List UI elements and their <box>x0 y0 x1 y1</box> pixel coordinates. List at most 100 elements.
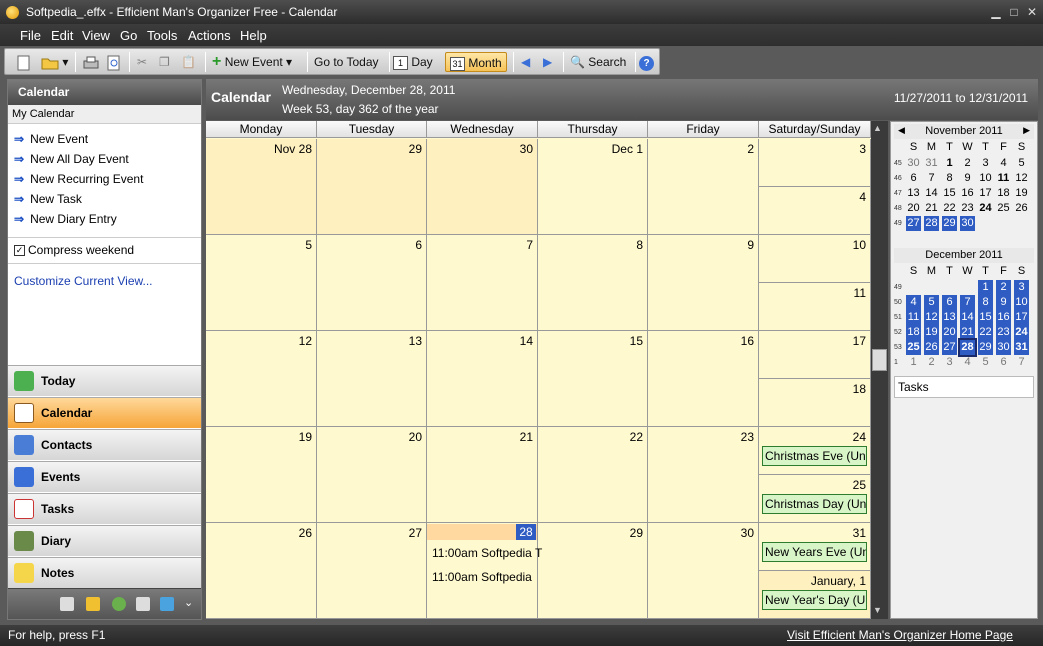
day-cell[interactable]: 23 <box>648 427 759 523</box>
scroll-up-icon[interactable]: ▲ <box>873 123 882 133</box>
day-view-button[interactable]: 1 Day <box>393 52 433 72</box>
paste-icon[interactable]: 📋 <box>181 52 196 72</box>
find-icon[interactable] <box>136 597 150 611</box>
mini-day[interactable]: 6 <box>996 355 1011 370</box>
day-cell[interactable]: 7 <box>427 235 538 331</box>
mini-day[interactable]: 20 <box>906 201 921 216</box>
mini-day[interactable]: 7 <box>924 171 939 186</box>
day-cell[interactable]: 29 <box>538 523 648 619</box>
mini-day[interactable]: 30 <box>960 216 975 231</box>
mini-day[interactable]: 12 <box>1014 171 1029 186</box>
event-new-years-day[interactable]: New Year's Day (United <box>762 590 867 610</box>
day-cell[interactable]: 21 <box>427 427 538 523</box>
day-cell-sunday[interactable]: 11 <box>759 283 871 331</box>
mini-day[interactable]: 8 <box>942 171 957 186</box>
mini-day[interactable]: 2 <box>924 355 939 370</box>
mini-day[interactable]: 26 <box>924 340 939 355</box>
menu-go[interactable]: Go <box>120 28 137 43</box>
action-new-all-day-event[interactable]: ⇒ New All Day Event <box>14 152 129 166</box>
mini-day[interactable]: 10 <box>978 171 993 186</box>
mini-day[interactable]: 14 <box>960 310 975 325</box>
maximize-button[interactable]: □ <box>1005 4 1023 20</box>
mini-day[interactable]: 10 <box>1014 295 1029 310</box>
new-event-button[interactable]: + New Event ▾ <box>212 52 292 72</box>
day-cell[interactable]: 30 <box>427 139 538 235</box>
mini-day[interactable]: 31 <box>1014 340 1029 355</box>
mini-day[interactable]: 8 <box>978 295 993 310</box>
mini-day[interactable]: 19 <box>924 325 939 340</box>
event-softpedia-2[interactable]: 11:00am Softpedia <box>432 570 532 584</box>
day-cell[interactable]: 15 <box>538 331 648 427</box>
mini-day[interactable]: 16 <box>960 186 975 201</box>
mini-day[interactable]: 1 <box>978 280 993 295</box>
previous-arrow-icon[interactable]: ◀ <box>521 52 530 72</box>
month-view-button[interactable]: 31 Month <box>445 52 507 72</box>
mini-day[interactable]: 14 <box>924 186 939 201</box>
mini-day[interactable]: 11 <box>906 310 921 325</box>
day-cell[interactable]: 29 <box>317 139 427 235</box>
mini-day[interactable]: 21 <box>960 325 975 340</box>
mini-day[interactable]: 13 <box>906 186 921 201</box>
day-cell-sunday[interactable]: 4 <box>759 187 871 235</box>
mini-day[interactable]: 28 <box>924 216 939 231</box>
mini-day[interactable]: 26 <box>1014 201 1029 216</box>
day-cell[interactable]: 13 <box>317 331 427 427</box>
mini-next-month-icon[interactable]: ▶ <box>1023 125 1030 136</box>
mini-prev-month-icon[interactable]: ◀ <box>898 125 905 136</box>
home-page-link[interactable]: Visit Efficient Man's Organizer Home Pag… <box>787 625 1013 646</box>
mini-day[interactable]: 5 <box>978 355 993 370</box>
copy-icon[interactable]: ❐ <box>159 52 170 72</box>
menu-view[interactable]: View <box>82 28 110 43</box>
event-christmas-day[interactable]: Christmas Day (United <box>762 494 867 514</box>
open-folder-icon[interactable]: ▾ <box>41 52 68 72</box>
nav-contacts[interactable]: Contacts <box>8 429 201 460</box>
day-cell[interactable]: 20 <box>317 427 427 523</box>
help-icon[interactable]: ? <box>639 52 654 72</box>
mini-day[interactable]: 9 <box>996 295 1011 310</box>
day-cell[interactable]: 9 <box>648 235 759 331</box>
sync-icon[interactable] <box>160 597 174 611</box>
nav-diary[interactable]: Diary <box>8 525 201 556</box>
day-cell[interactable]: Dec 1 <box>538 139 648 235</box>
mini-day[interactable]: 3 <box>1014 280 1029 295</box>
mini-day[interactable]: 15 <box>978 310 993 325</box>
day-cell[interactable]: 27 <box>317 523 427 619</box>
day-cell[interactable]: 16 <box>648 331 759 427</box>
action-new-recurring-event[interactable]: ⇒ New Recurring Event <box>14 172 143 186</box>
day-cell[interactable]: 26 <box>206 523 317 619</box>
mini-day[interactable]: 7 <box>960 295 975 310</box>
mini-day[interactable]: 16 <box>996 310 1011 325</box>
day-cell-today[interactable]: 28 11:00am Softpedia T 11:00am Softpedia <box>427 523 542 619</box>
day-cell-saturday[interactable]: 3 <box>759 139 871 187</box>
day-cell-saturday[interactable]: 10 <box>759 235 871 283</box>
day-cell[interactable]: 5 <box>206 235 317 331</box>
mini-day[interactable]: 6 <box>942 295 957 310</box>
tasks-panel[interactable]: Tasks <box>894 376 1034 398</box>
mini-day[interactable]: 17 <box>1014 310 1029 325</box>
mini-day[interactable]: 22 <box>978 325 993 340</box>
action-new-event[interactable]: ⇒ New Event <box>14 132 88 146</box>
globe-icon[interactable] <box>112 597 126 611</box>
mini-day[interactable]: 24 <box>978 201 993 216</box>
menu-edit[interactable]: Edit <box>51 28 73 43</box>
mini-day[interactable]: 24 <box>1014 325 1029 340</box>
mini-day[interactable]: 19 <box>1014 186 1029 201</box>
customize-view-link[interactable]: Customize Current View... <box>14 274 153 288</box>
mini-day[interactable]: 31 <box>924 156 939 171</box>
mini-day[interactable]: 1 <box>942 156 957 171</box>
mini-day[interactable]: 13 <box>942 310 957 325</box>
search-button[interactable]: 🔍 Search <box>570 52 626 72</box>
shortcut-icon[interactable] <box>60 597 74 611</box>
mini-day[interactable]: 1 <box>906 355 921 370</box>
day-cell[interactable]: Nov 28 <box>206 139 317 235</box>
mini-day[interactable]: 29 <box>942 216 957 231</box>
mini-day[interactable]: 22 <box>942 201 957 216</box>
mini-day[interactable]: 12 <box>924 310 939 325</box>
mini-day[interactable]: 27 <box>906 216 921 231</box>
action-new-task[interactable]: ⇒ New Task <box>14 192 82 206</box>
mini-day[interactable]: 27 <box>942 340 957 355</box>
print-preview-icon[interactable] <box>107 52 121 72</box>
event-christmas-eve[interactable]: Christmas Eve (United <box>762 446 867 466</box>
mini-day[interactable]: 11 <box>996 171 1011 186</box>
menu-actions[interactable]: Actions <box>188 28 231 43</box>
